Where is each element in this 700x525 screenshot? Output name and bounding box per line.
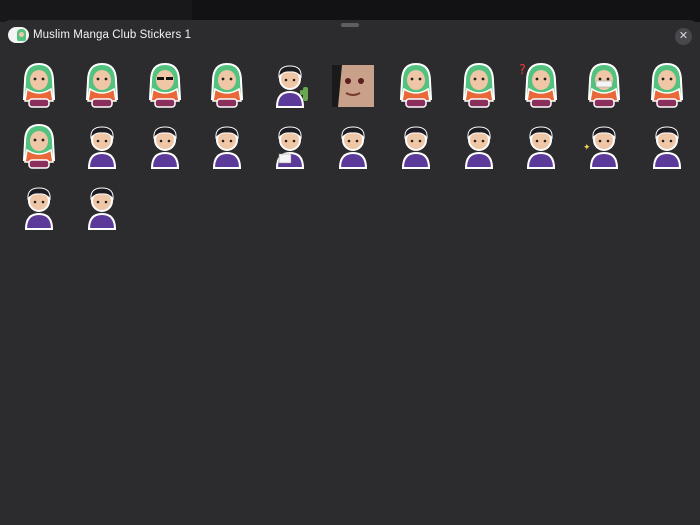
pack-title: Muslim Manga Club Stickers 1 bbox=[33, 29, 192, 41]
sticker-pack-sheet: Muslim Manga Club Stickers 1 ✕ ? ✦ bbox=[0, 20, 700, 525]
sticker-10[interactable] bbox=[579, 59, 629, 109]
girl-excited-sticker-icon bbox=[391, 59, 441, 109]
sticker-grid: ? ✦ bbox=[10, 58, 700, 241]
close-button[interactable]: ✕ bbox=[675, 28, 692, 45]
boy-smiling-sticker-icon bbox=[77, 120, 127, 170]
sheet-header: Muslim Manga Club Stickers 1 ✕ bbox=[0, 20, 700, 56]
sticker-pack-icon bbox=[8, 27, 29, 43]
girl-masked-sticker-icon bbox=[579, 59, 629, 109]
sticker-16[interactable] bbox=[265, 120, 315, 170]
girl-smiling-sticker-icon bbox=[454, 59, 504, 109]
girl-eyes-closed-sticker-icon bbox=[14, 59, 64, 109]
girl-crying-sticker-icon bbox=[14, 120, 64, 170]
sticker-6[interactable] bbox=[328, 59, 378, 109]
sticker-15[interactable] bbox=[202, 120, 252, 170]
sticker-12[interactable] bbox=[14, 120, 64, 170]
boy-sparkle-sticker-icon: ✦ bbox=[579, 120, 629, 170]
sticker-14[interactable] bbox=[140, 120, 190, 170]
girl-sunglasses-sticker-icon bbox=[140, 59, 190, 109]
sticker-13[interactable] bbox=[77, 120, 127, 170]
boy-pointing-sticker-icon bbox=[14, 181, 64, 231]
boy-reading-sticker-icon bbox=[265, 120, 315, 170]
boy-facepalm-sticker-icon bbox=[454, 120, 504, 170]
boy-sighing-sticker-icon bbox=[516, 120, 566, 170]
sticker-18[interactable] bbox=[391, 120, 441, 170]
sticker-22[interactable] bbox=[642, 120, 692, 170]
sticker-20[interactable] bbox=[516, 120, 566, 170]
boy-thinking-sticker-icon bbox=[140, 120, 190, 170]
boy-angry-sticker-icon bbox=[202, 120, 252, 170]
girl-scribble-sticker-icon bbox=[77, 59, 127, 109]
sticker-17[interactable] bbox=[328, 120, 378, 170]
sticker-1[interactable] bbox=[14, 59, 64, 109]
girl-question-mark-sticker-icon: ? bbox=[516, 59, 566, 109]
sticker-8[interactable] bbox=[454, 59, 504, 109]
sticker-21[interactable]: ✦ bbox=[579, 120, 629, 170]
girl-closeup-sticker-icon bbox=[328, 59, 378, 109]
sticker-4[interactable] bbox=[202, 59, 252, 109]
background-sidebar bbox=[0, 0, 192, 22]
sticker-19[interactable] bbox=[454, 120, 504, 170]
boy-with-cactus-sticker-icon bbox=[265, 59, 315, 109]
background-window bbox=[0, 0, 700, 22]
sticker-24[interactable] bbox=[77, 181, 127, 231]
girl-side-glance-sticker-icon bbox=[202, 59, 252, 109]
sticker-7[interactable] bbox=[391, 59, 441, 109]
girl-sighing-sticker-icon bbox=[642, 59, 692, 109]
sticker-5[interactable] bbox=[265, 59, 315, 109]
boy-shocked-sticker-icon bbox=[391, 120, 441, 170]
boy-sleepy-sticker-icon bbox=[642, 120, 692, 170]
svg-text:?: ? bbox=[519, 63, 526, 78]
boy-neutral-sticker-icon bbox=[328, 120, 378, 170]
sticker-9[interactable]: ? bbox=[516, 59, 566, 109]
svg-text:✦: ✦ bbox=[583, 143, 591, 153]
sticker-2[interactable] bbox=[77, 59, 127, 109]
sticker-23[interactable] bbox=[14, 181, 64, 231]
sticker-11[interactable] bbox=[642, 59, 692, 109]
boy-surprised-sticker-icon bbox=[77, 181, 127, 231]
sticker-3[interactable] bbox=[140, 59, 190, 109]
